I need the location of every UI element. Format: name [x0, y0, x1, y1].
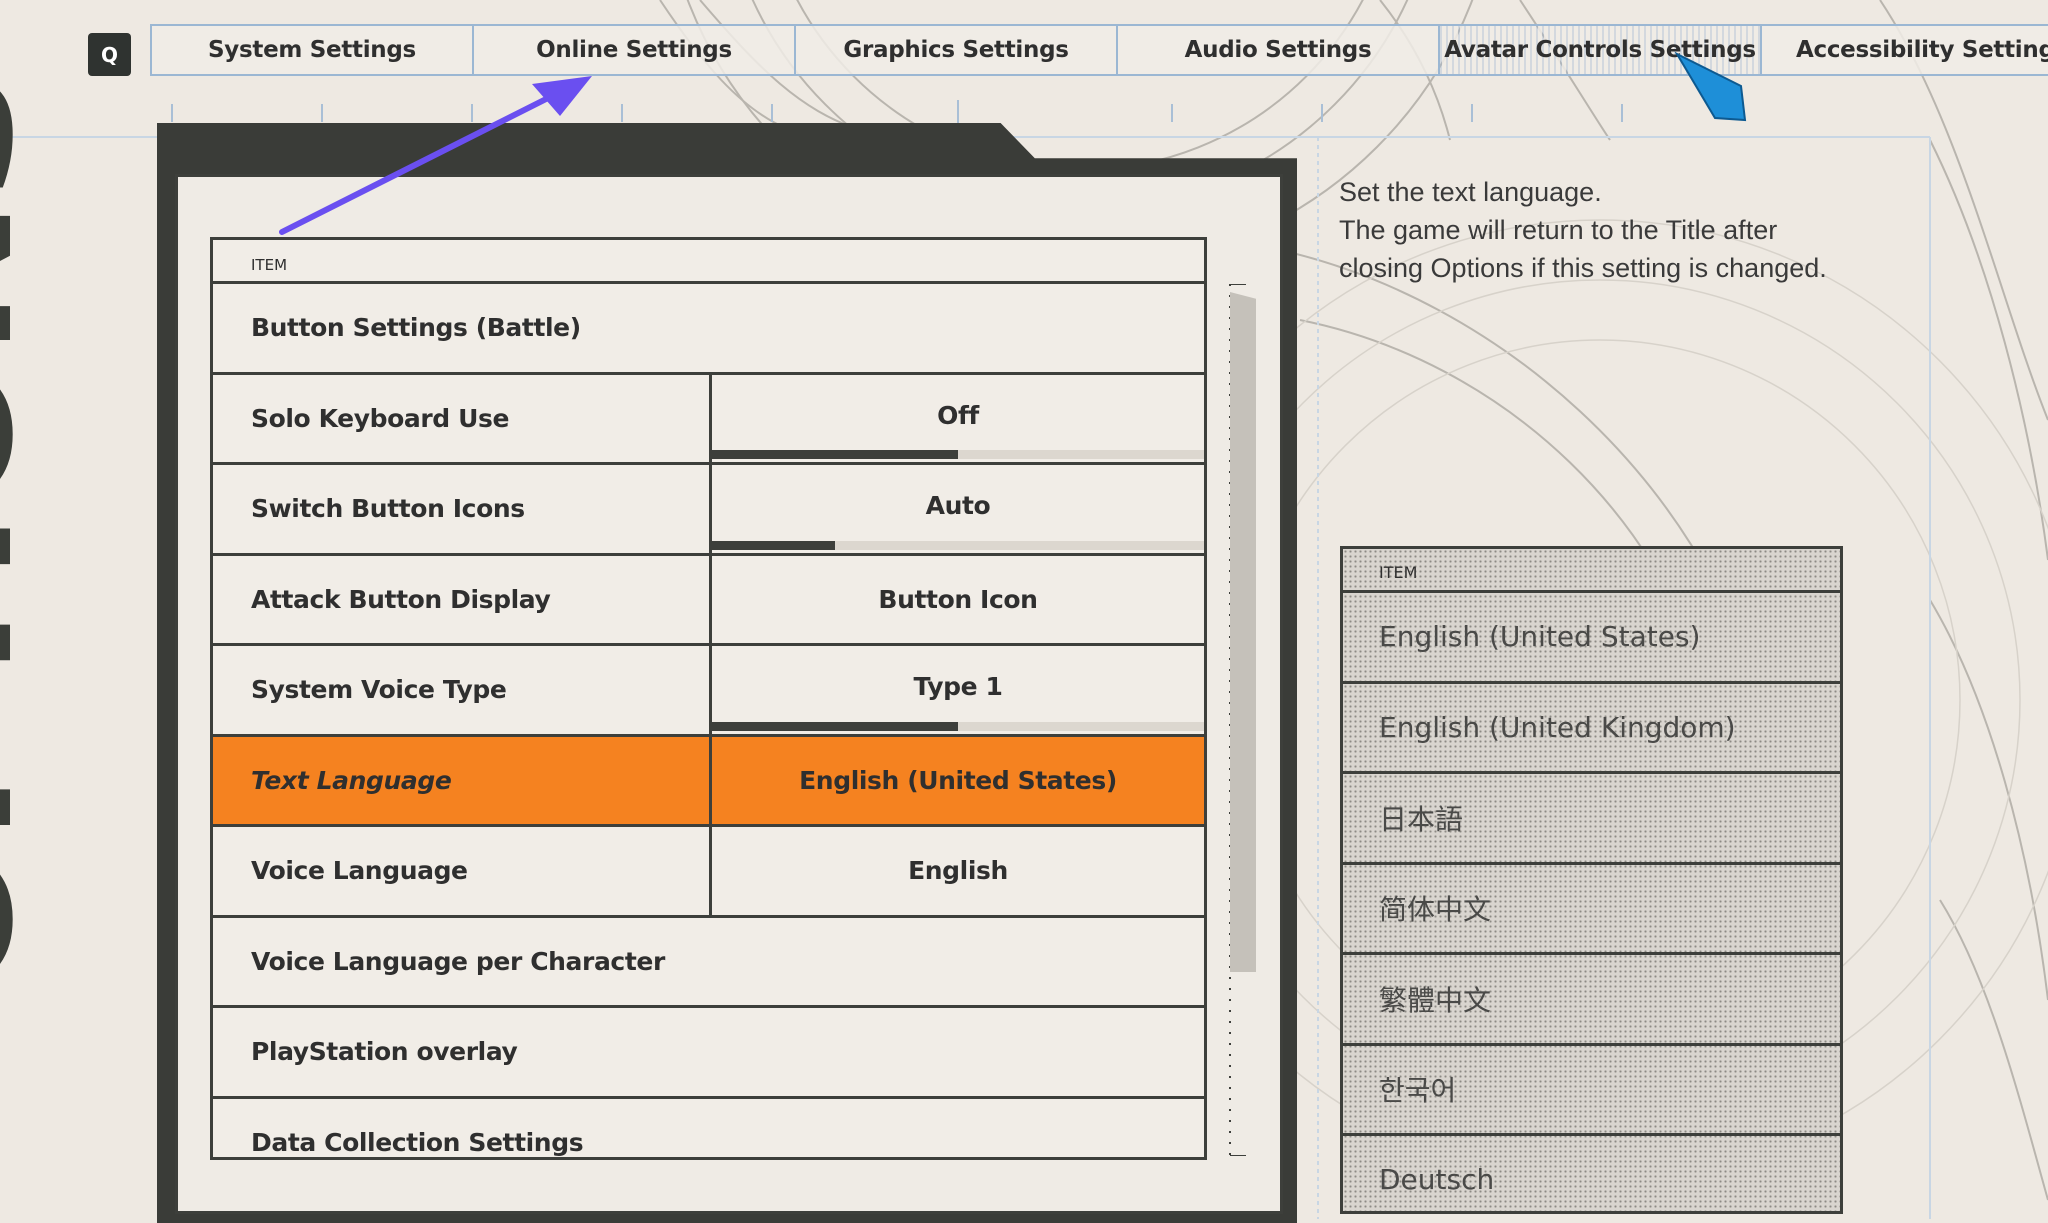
setting-row-data-collection-settings[interactable]: Data Collection Settings	[213, 1099, 1204, 1158]
description-line: closing Options if this setting is chang…	[1339, 253, 1827, 283]
tab-accessibility-settings[interactable]: Accessibility Settings	[1760, 24, 2048, 76]
setting-label: Switch Button Icons	[251, 494, 525, 524]
setting-value: English	[908, 856, 1008, 886]
setting-row-button-settings-battle[interactable]: Button Settings (Battle)	[213, 284, 1204, 375]
settings-list: ITEM Button Settings (Battle) Solo Keybo…	[210, 237, 1207, 1160]
language-option-english-uk[interactable]: English (United Kingdom)	[1343, 684, 1840, 774]
setting-label: Button Settings (Battle)	[251, 313, 581, 343]
setting-row-voice-language[interactable]: Voice Language English	[213, 827, 1204, 918]
scrollbar-thumb[interactable]	[1230, 292, 1256, 972]
language-option-english-us[interactable]: English (United States)	[1343, 593, 1840, 684]
language-option-simplified-chinese[interactable]: 简体中文	[1343, 865, 1840, 955]
tab-graphics-settings[interactable]: Graphics Settings	[794, 24, 1118, 76]
setting-row-voice-language-per-character[interactable]: Voice Language per Character	[213, 918, 1204, 1008]
option-position-bar	[712, 721, 1204, 731]
description-line: Set the text language.	[1339, 177, 1602, 207]
setting-label: System Voice Type	[251, 675, 507, 705]
language-option-traditional-chinese[interactable]: 繁體中文	[1343, 955, 1840, 1046]
setting-label: PlayStation overlay	[251, 1037, 518, 1067]
setting-value-selector[interactable]: English	[709, 827, 1204, 915]
setting-label: Voice Language per Character	[251, 946, 665, 976]
setting-label: Text Language	[251, 765, 452, 795]
setting-label: Solo Keyboard Use	[251, 403, 510, 433]
language-option-japanese[interactable]: 日本語	[1343, 774, 1840, 865]
description-line: The game will return to the Title after	[1339, 215, 1778, 245]
language-list-header: ITEM	[1343, 549, 1840, 593]
setting-value: Type 1	[913, 672, 1003, 701]
options-title-text: OPTIONS	[0, 69, 55, 1000]
setting-row-attack-button-display[interactable]: Attack Button Display Button Icon	[213, 555, 1204, 646]
option-position-bar	[712, 450, 1204, 459]
setting-description: Set the text language. The game will ret…	[1339, 173, 1919, 287]
setting-row-playstation-overlay[interactable]: PlayStation overlay	[213, 1008, 1204, 1099]
tab-online-settings[interactable]: Online Settings	[472, 24, 796, 76]
setting-value-selector[interactable]: Type 1	[709, 646, 1204, 734]
setting-value: Auto	[925, 491, 991, 520]
setting-label: Data Collection Settings	[251, 1127, 584, 1157]
setting-value: Off	[937, 400, 979, 430]
setting-label: Attack Button Display	[251, 584, 551, 614]
language-option-german[interactable]: Deutsch	[1343, 1136, 1840, 1211]
language-option-korean[interactable]: 한국어	[1343, 1046, 1840, 1136]
setting-value-selector[interactable]: Button Icon	[709, 555, 1204, 643]
setting-value: English (United States)	[799, 765, 1117, 795]
setting-row-text-language[interactable]: Text Language English (United States)	[213, 736, 1204, 827]
setting-row-system-voice-type[interactable]: System Voice Type Type 1	[213, 646, 1204, 737]
prev-tab-key[interactable]: Q	[88, 33, 131, 76]
language-options-list: ITEM English (United States) English (Un…	[1340, 546, 1843, 1214]
setting-value-selector[interactable]: Off	[709, 374, 1204, 462]
setting-row-solo-keyboard-use[interactable]: Solo Keyboard Use Off	[213, 374, 1204, 465]
mouse-cursor-icon	[1675, 51, 1747, 122]
tab-system-settings[interactable]: System Settings	[150, 24, 474, 76]
setting-value-selector[interactable]: Auto	[709, 465, 1204, 553]
option-position-bar	[712, 540, 1204, 550]
setting-value-selector[interactable]: English (United States)	[709, 736, 1204, 824]
tab-audio-settings[interactable]: Audio Settings	[1116, 24, 1440, 76]
setting-label: Voice Language	[251, 856, 468, 886]
setting-row-switch-button-icons[interactable]: Switch Button Icons Auto	[213, 465, 1204, 556]
setting-value: Button Icon	[878, 584, 1038, 614]
annotation-arrow-icon	[279, 76, 592, 235]
